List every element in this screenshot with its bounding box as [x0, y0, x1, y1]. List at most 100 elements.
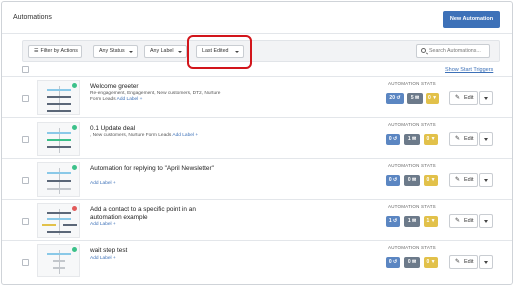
stat-value: 1 [388, 218, 392, 224]
pencil-icon: ✎ [455, 95, 461, 101]
more-options-button[interactable] [479, 214, 493, 228]
show-start-triggers-link[interactable]: Show Start Triggers [445, 67, 493, 73]
workflow-thumbnail[interactable] [37, 203, 80, 238]
row-checkbox[interactable] [22, 95, 29, 102]
workflow-thumbnail[interactable] [37, 244, 80, 277]
workflow-thumbnail[interactable] [37, 162, 80, 197]
stat-completed[interactable]: 0 ✉ [404, 175, 420, 186]
more-options-button[interactable] [479, 255, 493, 269]
automation-row[interactable]: Add a contact to a specific point in an … [2, 199, 512, 240]
filter-by-actions-label: Filter by Actions [40, 48, 78, 54]
more-options-button[interactable] [479, 173, 493, 187]
filter-by-actions-button[interactable]: ☰ Filter by Actions [28, 45, 82, 58]
stat-value: 20 [389, 95, 395, 101]
row-checkbox[interactable] [22, 177, 29, 184]
flow-step [47, 89, 71, 91]
stat-goals[interactable]: 0 ▼ [426, 93, 439, 104]
add-label-link[interactable]: Add Label + [117, 97, 143, 102]
search-icon [421, 48, 426, 53]
flow-step [47, 132, 71, 134]
page-title: Automations [13, 14, 52, 21]
stat-goals[interactable]: 1 ▼ [424, 216, 438, 227]
automation-stats-label: AUTOMATION STATS [388, 204, 436, 209]
automation-tags: Re-engagement, Engagement, New customers… [90, 91, 230, 103]
pencil-icon: ✎ [455, 136, 461, 142]
automation-name[interactable]: Welcome greeter [90, 83, 220, 91]
search-box[interactable] [416, 44, 490, 58]
stat-goals[interactable]: 0 ▼ [424, 175, 438, 186]
stat-active-contacts[interactable]: 0 ↺ [386, 134, 400, 145]
filter-bar: ☰ Filter by Actions Any Status Any Label … [22, 40, 500, 62]
filter-icon: ▼ [430, 259, 436, 265]
row-checkbox[interactable] [22, 218, 29, 225]
add-label-link[interactable]: Add Label + [90, 256, 116, 261]
stat-completed[interactable]: 1 ✉ [404, 216, 420, 227]
flow-step [47, 212, 71, 214]
add-label-link[interactable]: Add Label + [90, 181, 116, 186]
select-all-checkbox[interactable] [22, 66, 29, 73]
edit-label: Edit [464, 218, 474, 224]
stat-completed[interactable]: 1 ✉ [404, 134, 420, 145]
stat-value: 0 [427, 95, 431, 101]
loop-icon: ↺ [392, 177, 398, 183]
stat-completed[interactable]: 5 ✉ [407, 93, 423, 104]
stat-value: 1 [426, 218, 430, 224]
automation-name[interactable]: Add a contact to a specific point in an … [90, 206, 220, 222]
loop-icon: ↺ [392, 259, 398, 265]
workflow-thumbnail[interactable] [37, 80, 80, 115]
flow-step [47, 110, 71, 112]
edit-label: Edit [464, 259, 474, 265]
automation-row[interactable]: Welcome greeter Re-engagement, Engagemen… [2, 76, 512, 117]
more-options-button[interactable] [479, 91, 493, 105]
edit-button[interactable]: ✎ Edit [449, 214, 478, 228]
stat-completed[interactable]: 0 ✉ [404, 257, 420, 268]
edit-label: Edit [464, 95, 474, 101]
automation-name[interactable]: 0.1 Update deal [90, 125, 220, 133]
flow-step [53, 267, 65, 269]
search-input[interactable] [429, 46, 489, 56]
more-options-button[interactable] [479, 132, 493, 146]
stat-active-contacts[interactable]: 20 ↺ [386, 93, 404, 104]
stat-active-contacts[interactable]: 1 ↺ [386, 216, 400, 227]
stat-value: 5 [410, 95, 414, 101]
flow-step [63, 224, 77, 226]
label-dropdown[interactable]: Any Label [144, 45, 187, 58]
automation-row[interactable]: 0.1 Update deal , New customers, Nurture… [2, 117, 512, 158]
envelope-icon: ✉ [411, 218, 417, 224]
edit-button[interactable]: ✎ Edit [449, 255, 478, 269]
flow-step [47, 253, 71, 255]
envelope-icon: ✉ [411, 177, 417, 183]
stat-active-contacts[interactable]: 0 ↺ [386, 175, 400, 186]
stat-goals[interactable]: 0 ▼ [424, 257, 438, 268]
row-checkbox[interactable] [22, 259, 29, 266]
flow-step [47, 96, 71, 98]
filter-icon: ▼ [430, 177, 436, 183]
add-label-link[interactable]: Add Label + [90, 222, 116, 227]
tag-list: Re-engagement, Engagement, New customers… [90, 91, 221, 102]
row-checkbox[interactable] [22, 136, 29, 143]
flow-step [42, 224, 56, 226]
automation-row[interactable]: wait step test Add Label + AUTOMATION ST… [2, 240, 512, 280]
status-dot-icon [72, 247, 77, 252]
stat-goals[interactable]: 0 ▼ [424, 134, 438, 145]
flow-step [47, 231, 71, 233]
status-dot-icon [72, 83, 77, 88]
list-header: Show Start Triggers [2, 64, 512, 76]
automation-name[interactable]: Automation for replying to "April Newsle… [90, 165, 220, 173]
edit-label: Edit [464, 136, 474, 142]
stat-value: 0 [388, 177, 392, 183]
edit-button[interactable]: ✎ Edit [449, 132, 478, 146]
automation-row[interactable]: Automation for replying to "April Newsle… [2, 158, 512, 199]
flow-step [47, 146, 71, 148]
stat-active-contacts[interactable]: 0 ↺ [386, 257, 400, 268]
automation-name[interactable]: wait step test [90, 247, 220, 255]
status-dot-icon [72, 206, 77, 211]
loop-icon: ↺ [396, 95, 401, 101]
flow-step [47, 103, 71, 105]
edit-button[interactable]: ✎ Edit [449, 91, 478, 105]
new-automation-button[interactable]: New Automation [443, 11, 500, 28]
add-label-link[interactable]: Add Label + [172, 133, 198, 138]
workflow-thumbnail[interactable] [37, 122, 80, 156]
status-dropdown[interactable]: Any Status [93, 45, 138, 58]
edit-button[interactable]: ✎ Edit [449, 173, 478, 187]
